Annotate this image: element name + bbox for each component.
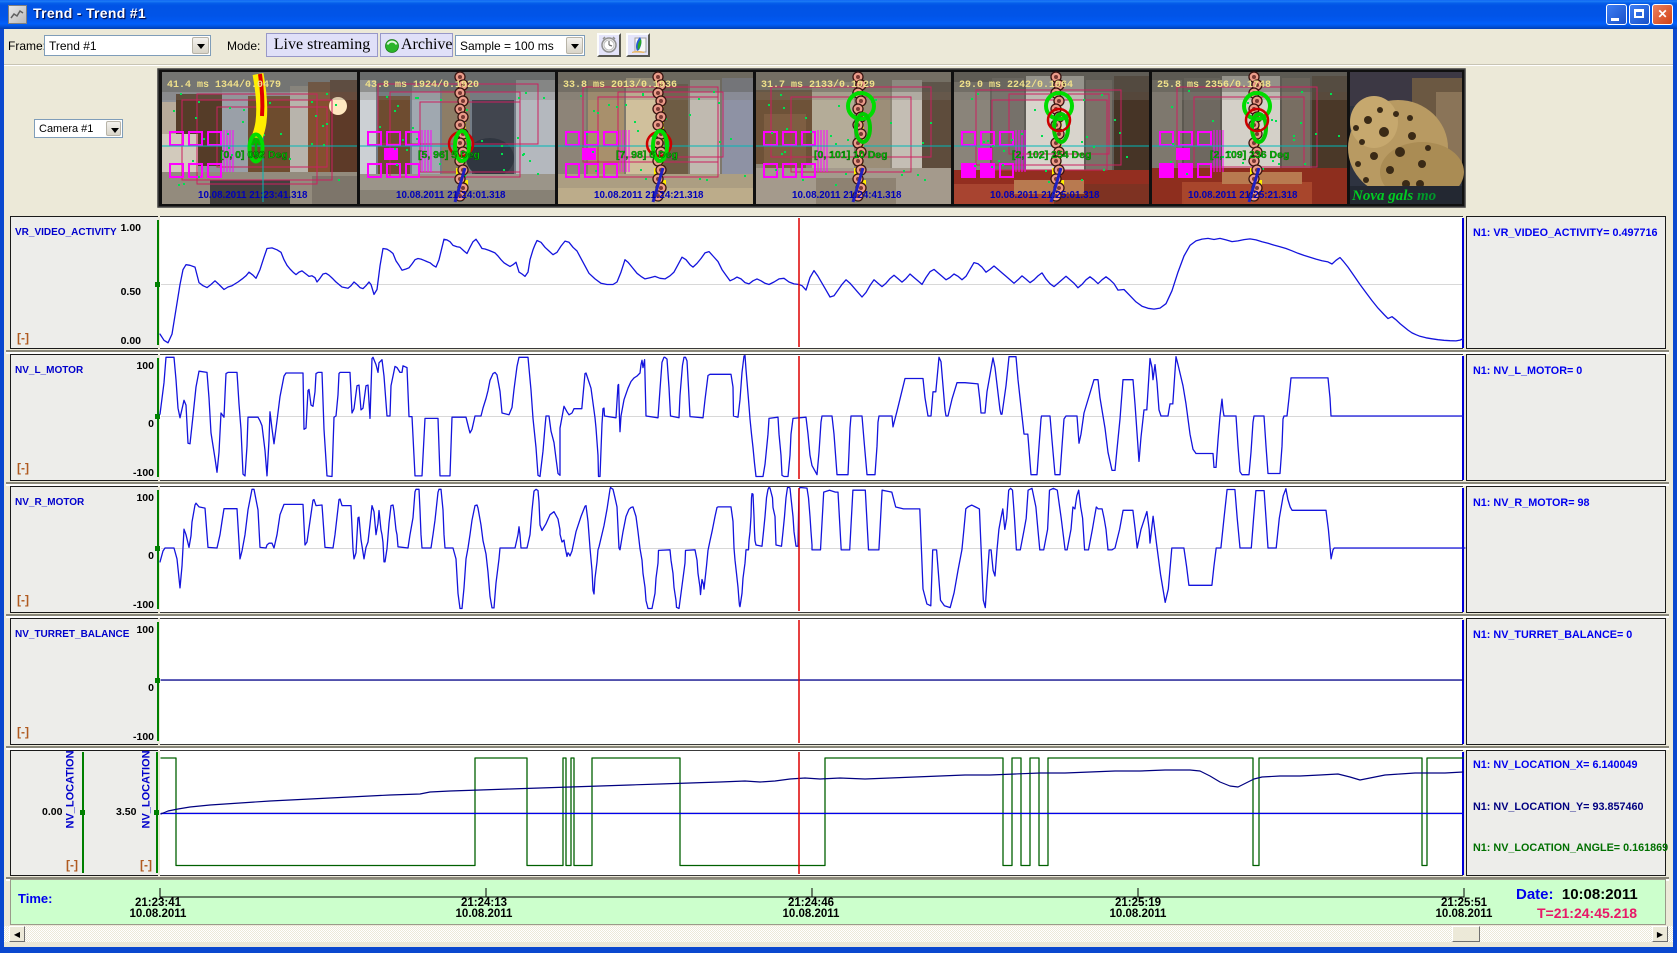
svg-text:[5, 96] 5 Deg: [5, 96] 5 Deg [418, 149, 480, 161]
svg-text:Nova gals mo: Nova gals mo [1351, 188, 1436, 204]
svg-text:43.8 ms 1924/0.1920: 43.8 ms 1924/0.1920 [365, 79, 479, 91]
svg-text:33.8 ms 2013/0.1936: 33.8 ms 2013/0.1936 [563, 79, 677, 91]
svg-text:10.08.2011 21:24:21.318: 10.08.2011 21:24:21.318 [594, 190, 704, 201]
svg-text:[0, 0] 092 Deg: [0, 0] 092 Deg [220, 149, 288, 161]
svg-text:29.0 ms 2242/0.1964: 29.0 ms 2242/0.1964 [959, 79, 1073, 91]
svg-text:10.08.2011 21:23:41.318: 10.08.2011 21:23:41.318 [198, 190, 308, 201]
svg-text:10.08.2011 21:25:01.318: 10.08.2011 21:25:01.318 [990, 190, 1100, 201]
svg-text:[2, 109] 236 Deg: [2, 109] 236 Deg [1210, 149, 1289, 161]
svg-text:25.8 ms 2356/0.1748: 25.8 ms 2356/0.1748 [1157, 79, 1271, 91]
svg-text:10.08.2011 21:24:41.318: 10.08.2011 21:24:41.318 [792, 190, 902, 201]
svg-text:[0, 101] 10 Deg: [0, 101] 10 Deg [814, 149, 888, 161]
svg-text:10.08.2011 21:24:01.318: 10.08.2011 21:24:01.318 [396, 190, 506, 201]
svg-text:[2, 102] 254 Deg: [2, 102] 254 Deg [1012, 149, 1091, 161]
svg-text:10.08.2011 21:25:21.318: 10.08.2011 21:25:21.318 [1188, 190, 1298, 201]
svg-text:41.4 ms 1344/0.0479: 41.4 ms 1344/0.0479 [167, 79, 281, 91]
svg-text:[7, 98] 6 Deg: [7, 98] 6 Deg [616, 149, 678, 161]
svg-text:31.7 ms 2133/0.1929: 31.7 ms 2133/0.1929 [761, 79, 875, 91]
